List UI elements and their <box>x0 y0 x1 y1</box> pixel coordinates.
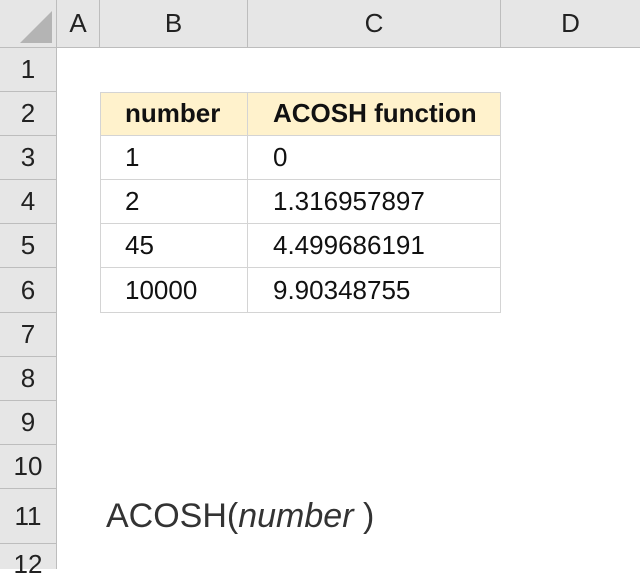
row-header-10[interactable]: 10 <box>0 445 57 489</box>
cell-c6[interactable]: 9.90348755 <box>248 268 501 313</box>
cell-b6[interactable]: 10000 <box>100 268 248 313</box>
row-header-9[interactable]: 9 <box>0 401 57 445</box>
row-header-11[interactable]: 11 <box>0 489 57 544</box>
cell-c2-header[interactable]: ACOSH function <box>248 92 501 136</box>
cell-b5[interactable]: 45 <box>100 224 248 268</box>
row-header-12[interactable]: 12 <box>0 544 57 579</box>
row-header-6[interactable]: 6 <box>0 268 57 313</box>
cell-c3[interactable]: 0 <box>248 136 501 180</box>
row-header-1[interactable]: 1 <box>0 48 57 92</box>
column-header-a[interactable]: A <box>57 0 100 48</box>
row-header-7[interactable]: 7 <box>0 313 57 357</box>
row-header-4[interactable]: 4 <box>0 180 57 224</box>
row-header-2[interactable]: 2 <box>0 92 57 136</box>
cell-b3[interactable]: 1 <box>100 136 248 180</box>
cell-c4[interactable]: 1.316957897 <box>248 180 501 224</box>
select-all-corner[interactable] <box>0 0 57 48</box>
acosh-syntax: ACOSH(number ) <box>106 494 374 538</box>
column-header-d[interactable]: D <box>501 0 640 48</box>
spreadsheet-grid: A B C D 1 2 3 4 5 6 7 8 9 10 11 12 numbe… <box>0 0 640 579</box>
syntax-function-name: ACOSH( <box>106 496 239 535</box>
row-header-8[interactable]: 8 <box>0 357 57 401</box>
row-header-3[interactable]: 3 <box>0 136 57 180</box>
cell-c5[interactable]: 4.499686191 <box>248 224 501 268</box>
select-all-triangle-icon <box>20 11 52 43</box>
cell-b4[interactable]: 2 <box>100 180 248 224</box>
syntax-argument: number <box>238 496 354 535</box>
row-header-12-label: 12 <box>13 549 43 579</box>
column-header-c[interactable]: C <box>248 0 501 48</box>
syntax-close-paren: ) <box>353 496 375 535</box>
column-header-b[interactable]: B <box>100 0 248 48</box>
cell-b2-header[interactable]: number <box>100 92 248 136</box>
row-header-5[interactable]: 5 <box>0 224 57 268</box>
